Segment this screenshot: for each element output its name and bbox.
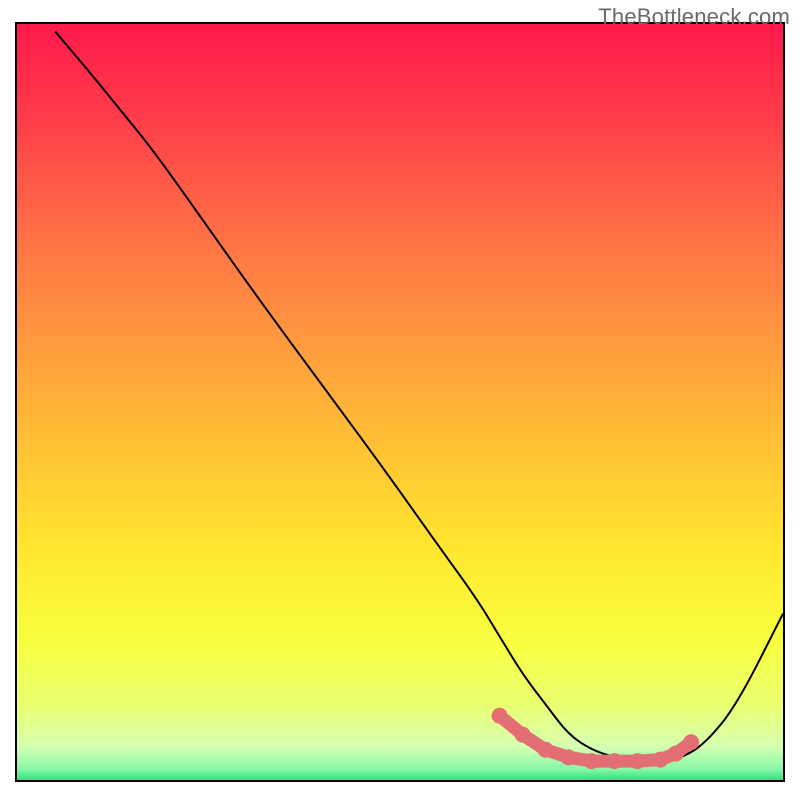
chart-background-gradient: [17, 24, 783, 780]
chart-plot-area: [15, 22, 785, 782]
watermark-text: TheBottleneck.com: [598, 4, 790, 30]
chart-container: TheBottleneck.com: [0, 0, 800, 800]
